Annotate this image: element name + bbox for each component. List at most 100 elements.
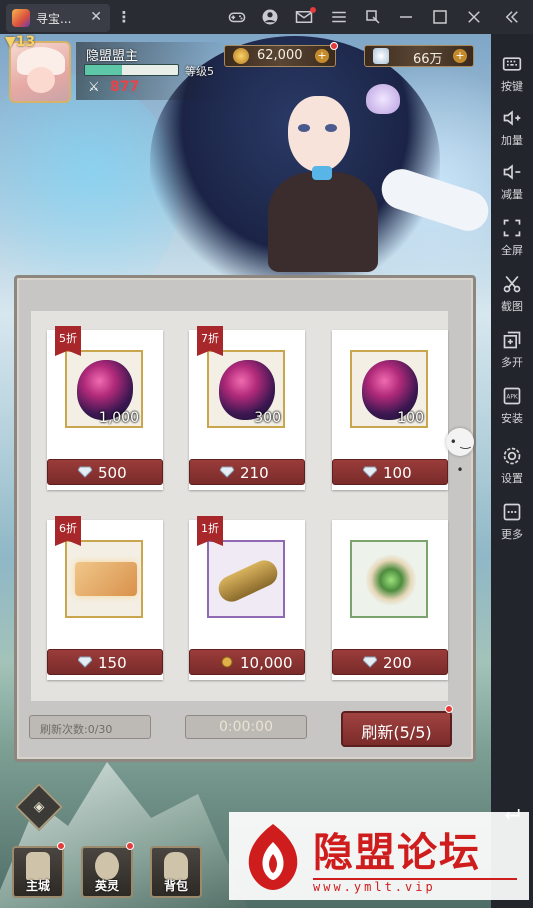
buy-button[interactable]: 10,000 xyxy=(189,649,305,675)
nav-label: 英灵 xyxy=(94,879,119,893)
watermark-title: 隐盟论坛 xyxy=(313,829,481,876)
sidebar-item-settings[interactable]: 设置 xyxy=(491,444,533,496)
close-icon[interactable] xyxy=(464,7,484,27)
refresh-button[interactable]: 刷新(5/5) xyxy=(341,711,452,747)
diamond-icon xyxy=(78,466,92,478)
add-diamonds-button[interactable]: + xyxy=(453,49,467,63)
more-icon xyxy=(503,503,521,521)
multi-open-icon xyxy=(503,331,521,349)
sidebar-label: 多开 xyxy=(501,356,523,369)
butterfly-hair-ornament xyxy=(366,84,400,114)
add-gold-button[interactable]: + xyxy=(315,49,329,63)
nav-label: 背包 xyxy=(163,879,188,893)
item-frame xyxy=(207,540,285,618)
shop-item-card[interactable]: 300 7折 210 xyxy=(189,326,305,490)
player-avatar[interactable] xyxy=(9,41,71,103)
menu-icon[interactable] xyxy=(329,7,349,27)
shop-item-card[interactable]: 100 100 xyxy=(332,330,448,490)
item-frame xyxy=(350,540,428,618)
item-quantity: 1,000 xyxy=(98,410,139,426)
nav-backpack[interactable]: 背包 xyxy=(150,846,202,898)
buy-button[interactable]: 210 xyxy=(189,459,305,485)
shop-item-card[interactable]: 6折 150 xyxy=(47,516,163,680)
nav-main-city[interactable]: 主城 xyxy=(12,846,64,898)
diamond-amount: 66万 xyxy=(413,52,443,67)
maximize-icon[interactable] xyxy=(430,7,450,27)
app-tab[interactable]: 寻宝... ✕ xyxy=(6,4,110,32)
nav-heroes[interactable]: 英灵 xyxy=(81,846,133,898)
sidebar-item-multi-open[interactable]: 多开 xyxy=(491,328,533,380)
item-price: 200 xyxy=(383,654,412,672)
item-price: 150 xyxy=(98,654,127,672)
item-frame: 1,000 xyxy=(65,350,143,428)
user-icon[interactable] xyxy=(260,7,280,27)
diamond-icon xyxy=(363,656,377,668)
buy-button[interactable]: 200 xyxy=(332,649,448,675)
gamepad-icon[interactable] xyxy=(227,7,247,27)
sidebar-item-more[interactable]: 更多 xyxy=(491,500,533,552)
gold-resource: 62,000 + xyxy=(224,45,336,67)
tab-close-icon[interactable]: ✕ xyxy=(90,9,102,25)
refresh-count-display: 刷新次数:0/30 xyxy=(29,715,151,739)
item-frame: 300 xyxy=(207,350,285,428)
player-level: ▼13 xyxy=(5,34,36,50)
sidebar-item-fullscreen[interactable]: 全屏 xyxy=(491,216,533,268)
exp-bar xyxy=(84,64,179,76)
sidebar-item-volume-down[interactable]: 减量 xyxy=(491,160,533,212)
refresh-timer: 0:00:00 xyxy=(185,715,307,739)
sidebar-item-volume-up[interactable]: 加量 xyxy=(491,106,533,158)
exp-bar-fill xyxy=(85,65,123,75)
item-quantity: 300 xyxy=(254,410,281,426)
diamond-icon xyxy=(220,466,234,478)
arrows-icon: ◈ xyxy=(33,799,45,815)
sidebar-item-install-apk[interactable]: APK 安装 xyxy=(491,384,533,436)
keyboard-icon xyxy=(502,57,522,71)
item-price: 500 xyxy=(98,464,127,482)
player-level-value: 13 xyxy=(15,34,36,50)
shop-item-card[interactable]: 200 xyxy=(332,520,448,680)
sidebar-label: 加量 xyxy=(501,134,523,147)
chat-bubble-icon[interactable]: • ‿ • xyxy=(446,428,474,477)
nav-notification-dot xyxy=(57,842,65,850)
sidebar-label: 截图 xyxy=(501,300,523,313)
minimize-icon[interactable] xyxy=(396,7,416,27)
shrink-icon[interactable] xyxy=(363,7,383,27)
sidebar-label: 更多 xyxy=(501,528,523,541)
sidebar-item-screenshot[interactable]: 截图 xyxy=(491,272,533,324)
watermark-logo xyxy=(248,824,298,890)
item-frame xyxy=(65,540,143,618)
gold-notification-dot xyxy=(330,42,338,50)
sidebar-label: 安装 xyxy=(501,412,523,425)
volume-down-icon xyxy=(503,164,521,180)
fullscreen-icon xyxy=(503,219,521,237)
diamond-icon xyxy=(363,466,377,478)
sidebar-label: 减量 xyxy=(501,188,523,201)
settings-icon xyxy=(503,447,521,465)
watermark-url: www.ymlt.vip xyxy=(313,878,517,894)
volume-up-icon xyxy=(503,110,521,126)
character-face xyxy=(288,96,350,172)
item-price: 10,000 xyxy=(240,654,293,672)
buy-button[interactable]: 100 xyxy=(332,459,448,485)
collapse-icon[interactable] xyxy=(502,7,522,27)
buy-button[interactable]: 500 xyxy=(47,459,163,485)
forum-watermark: 隐盟论坛 www.ymlt.vip xyxy=(229,812,529,900)
player-name: 隐盟盟主 xyxy=(86,49,139,64)
shop-item-card[interactable]: 1折 10,000 xyxy=(189,516,305,680)
sidebar-item-keyboard[interactable]: 按键 xyxy=(491,52,533,104)
gold-coin-icon xyxy=(233,48,249,64)
emulator-sidebar: 按键 加量 减量 全屏 截图 多开 APK 安装 设置 更多 xyxy=(491,34,533,908)
emulator-titlebar: 寻宝... ✕ ⋮ xyxy=(0,0,533,34)
item-quantity: 100 xyxy=(397,410,424,426)
apk-install-icon: APK xyxy=(503,387,521,405)
diamond-icon xyxy=(78,656,92,668)
gold-coin-icon xyxy=(221,656,233,668)
sidebar-label: 按键 xyxy=(501,80,523,93)
hero-helmet-icon xyxy=(95,852,119,880)
buy-button[interactable]: 150 xyxy=(47,649,163,675)
mail-notification-dot xyxy=(310,7,316,13)
shop-item-card[interactable]: 1,000 5折 500 xyxy=(47,326,163,490)
diamond-icon xyxy=(373,48,389,64)
item-price: 210 xyxy=(240,464,269,482)
menu-dots-icon[interactable]: ⋮ xyxy=(114,7,134,27)
